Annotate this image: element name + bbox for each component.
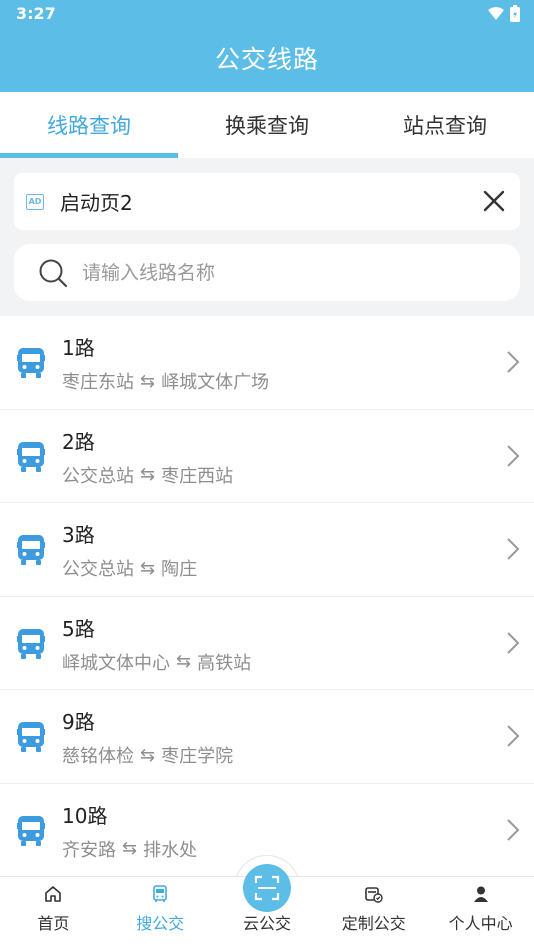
route-arrow-icon: ⇆ [140, 464, 156, 485]
tab-station-query[interactable]: 站点查询 [356, 92, 534, 158]
nav-search-bus-label: 搜公交 [136, 914, 185, 933]
route-name: 3路 [62, 523, 95, 547]
route-name: 10路 [62, 803, 108, 828]
bus-icon [17, 628, 45, 659]
route-stops: 峄城文体中心 ⇆ 高铁站 [62, 649, 251, 675]
route-from: 峄城文体中心 [62, 652, 170, 674]
person-icon [473, 886, 488, 902]
route-arrow-icon: ⇆ [140, 744, 156, 766]
tab-transfer-query[interactable]: 换乘查询 [178, 92, 356, 158]
route-to: 陶庄 [161, 559, 198, 580]
battery-icon [510, 5, 520, 22]
route-stops: 公交总站 ⇆ 陶庄 [62, 555, 197, 581]
route-arrow-icon: ⇆ [122, 838, 138, 859]
close-icon[interactable] [482, 189, 506, 213]
route-item-3[interactable]: 3路 公交总站 ⇆ 陶庄 [0, 503, 534, 597]
page-title: 公交线路 [214, 45, 319, 74]
ad-banner[interactable]: AD 启动页2 [14, 173, 520, 230]
bus-icon [17, 441, 45, 472]
bus-icon [17, 348, 45, 378]
route-arrow-icon: ⇆ [176, 651, 192, 672]
route-item-4[interactable]: 5路 峄城文体中心 ⇆ 高铁站 [0, 597, 534, 690]
nav-cloud-bus-label: 云公交 [242, 914, 291, 933]
nav-personal-center-label: 个人中心 [448, 914, 513, 933]
route-arrow-icon: ⇆ [140, 370, 156, 392]
route-stops: 枣庄东站 ⇆ 峄城文体广场 [62, 368, 269, 394]
route-to: 高铁站 [197, 652, 252, 674]
route-from: 枣庄东站 [62, 372, 134, 393]
route-from: 公交总站 [62, 559, 134, 580]
route-name: 2路 [62, 429, 95, 454]
chevron-right-icon [507, 818, 520, 841]
nav-home-label: 首页 [37, 914, 70, 933]
tab-bar: 线路查询 换乘查询 站点查询 [0, 92, 534, 158]
app-header: 3:27 公交线路 [0, 0, 534, 92]
route-list: 1路 枣庄东站 ⇆ 峄城文体广场 2路 公交总站 ⇆ 枣庄西站 3路 公交总站 ⇆ 陶庄 5… [0, 316, 534, 877]
route-arrow-icon: ⇆ [140, 557, 156, 579]
route-stops: 公交总站 ⇆ 枣庄西站 [62, 462, 233, 488]
route-stops: 齐安路 ⇆ 排水处 [62, 836, 197, 862]
nav-search-bus[interactable]: 搜公交 [107, 877, 214, 950]
chevron-right-icon [507, 631, 520, 654]
status-time: 3:27 [16, 4, 56, 23]
chevron-right-icon [507, 351, 520, 373]
route-item-5[interactable]: 9路 慈铭体检 ⇆ 枣庄学院 [0, 690, 534, 784]
scan-button[interactable] [243, 864, 291, 912]
search-input[interactable] [82, 261, 462, 284]
nav-personal-center[interactable]: 个人中心 [427, 877, 534, 950]
home-icon [45, 886, 62, 902]
route-stops: 慈铭体检 ⇆ 枣庄学院 [62, 742, 233, 768]
route-from: 公交总站 [62, 465, 134, 487]
custom-bus-icon [364, 887, 383, 903]
nav-home[interactable]: 首页 [0, 877, 107, 950]
bus-icon [17, 535, 45, 565]
tab-route-query[interactable]: 线路查询 [0, 92, 178, 158]
status-icons [488, 5, 520, 22]
search-box[interactable] [14, 244, 520, 301]
chevron-right-icon [507, 444, 520, 467]
route-from: 齐安路 [62, 839, 116, 861]
status-bar: 3:27 [0, 0, 534, 28]
ad-text: 启动页2 [60, 191, 133, 215]
nav-custom-bus[interactable]: 定制公交 [320, 877, 427, 950]
bus-icon [153, 885, 167, 902]
search-icon [39, 259, 68, 287]
route-item-1[interactable]: 1路 枣庄东站 ⇆ 峄城文体广场 [0, 316, 534, 410]
route-name: 1路 [62, 336, 95, 360]
bus-icon [17, 815, 45, 846]
route-to: 枣庄西站 [161, 465, 234, 487]
route-to: 排水处 [143, 839, 198, 861]
bus-icon [17, 722, 45, 752]
nav-custom-bus-label: 定制公交 [341, 914, 406, 933]
route-to: 峄城文体广场 [161, 372, 270, 393]
ad-badge-icon: AD [26, 193, 44, 210]
scan-icon [254, 875, 280, 901]
chevron-right-icon [507, 538, 520, 560]
route-from: 慈铭体检 [62, 746, 134, 767]
wifi-icon [488, 6, 504, 20]
chevron-right-icon [507, 725, 520, 747]
route-item-2[interactable]: 2路 公交总站 ⇆ 枣庄西站 [0, 410, 534, 503]
route-name: 5路 [62, 616, 95, 641]
route-name: 9路 [62, 710, 95, 734]
route-to: 枣庄学院 [161, 746, 234, 767]
